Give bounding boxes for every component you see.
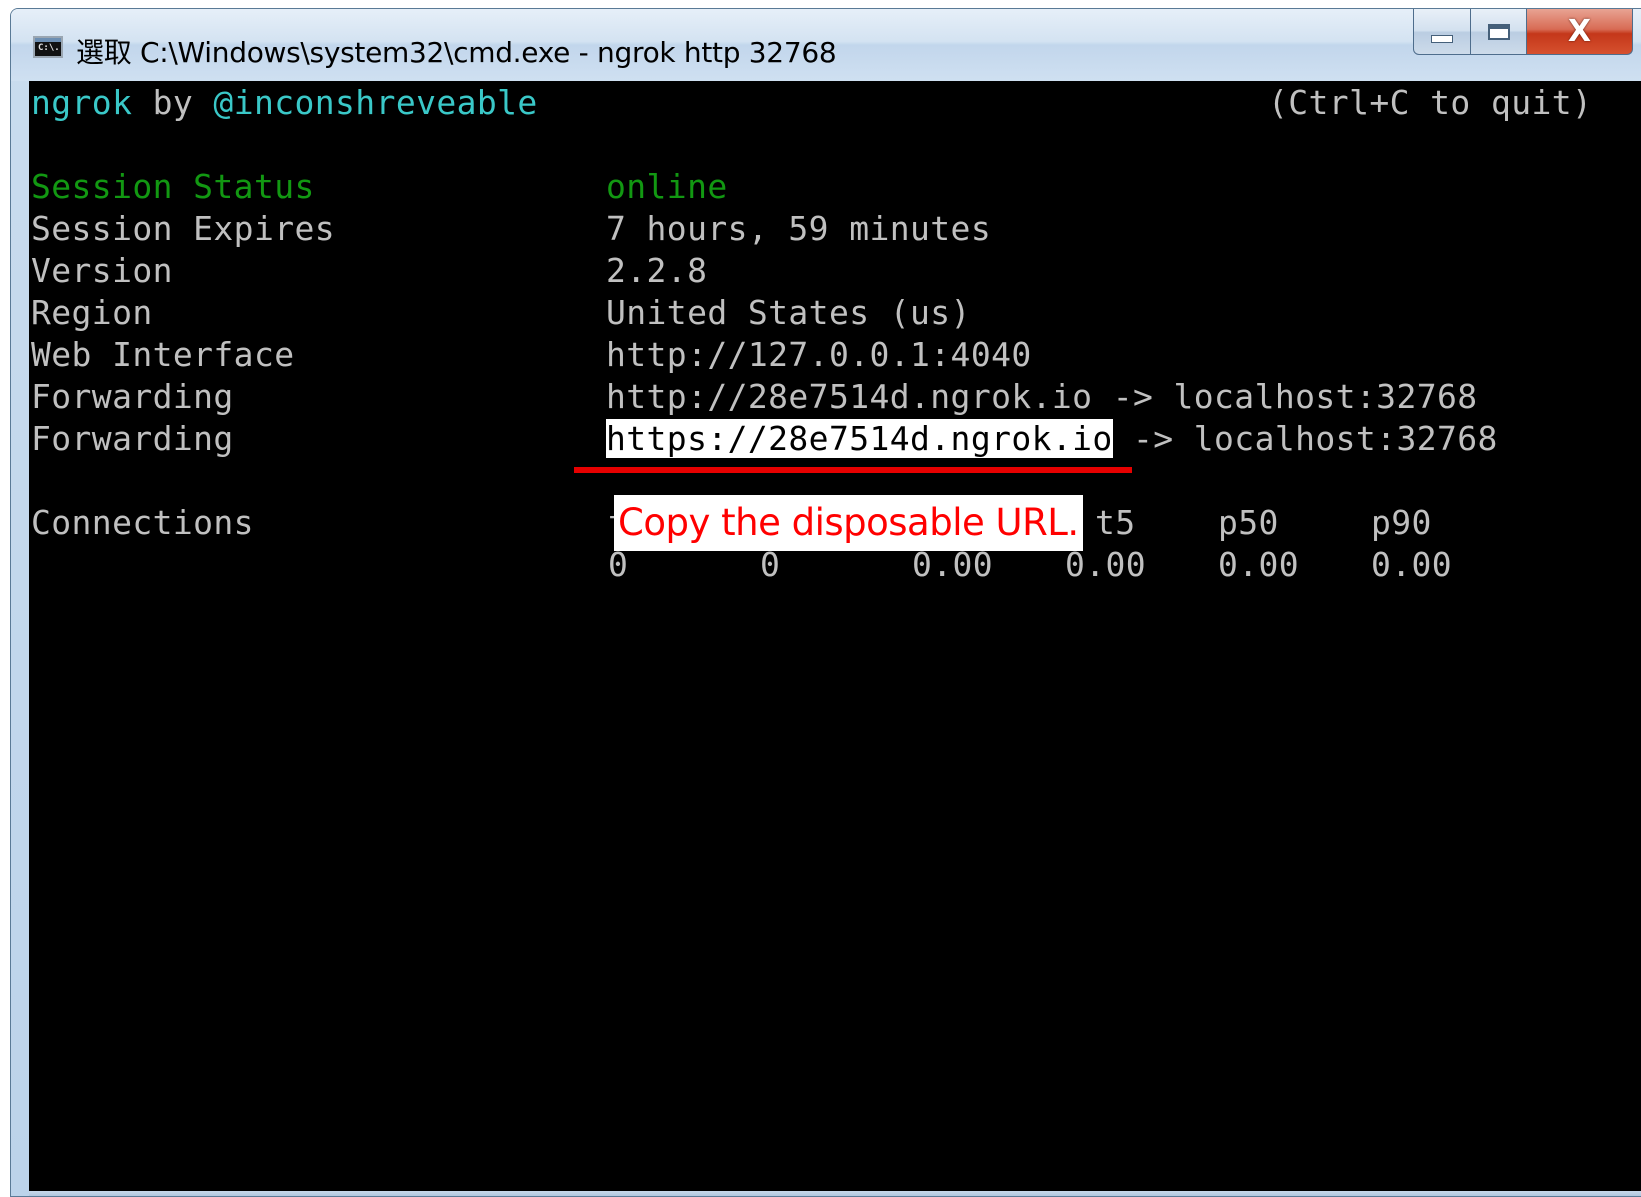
maximize-icon bbox=[1487, 23, 1510, 40]
web-interface-label: Web Interface bbox=[31, 335, 295, 374]
status-label: Session Status bbox=[31, 167, 315, 206]
web-interface-value[interactable]: http://127.0.0.1:4040 bbox=[606, 334, 1032, 376]
forwarding-https-label: Forwarding bbox=[31, 419, 234, 458]
forwarding-http-value[interactable]: http://28e7514d.ngrok.io -> localhost:32… bbox=[606, 376, 1478, 418]
minimize-icon bbox=[1431, 34, 1453, 43]
header-p90: p90 bbox=[1371, 503, 1432, 542]
status-value: online bbox=[606, 167, 728, 206]
window-title: 選取 C:\Windows\system32\cmd.exe - ngrok h… bbox=[76, 36, 837, 69]
author-handle: @inconshreveable bbox=[213, 83, 538, 122]
value-p50: 0.00 bbox=[1218, 545, 1300, 584]
maximize-button[interactable] bbox=[1471, 9, 1527, 55]
console-output[interactable]: ngrok by @inconshreveable (Ctrl+C to qui… bbox=[29, 81, 1641, 1191]
region-label: Region bbox=[31, 293, 153, 332]
ngrok-header: ngrok by @inconshreveable bbox=[31, 82, 538, 124]
close-icon: X bbox=[1567, 13, 1592, 49]
console-icon-glyph: C:\. bbox=[38, 43, 60, 53]
forwarding-http-label: Forwarding bbox=[31, 377, 234, 416]
header-p50: p50 bbox=[1218, 503, 1279, 542]
connections-label: Connections bbox=[31, 503, 254, 542]
region-value: United States (us) bbox=[606, 293, 971, 332]
minimize-button[interactable] bbox=[1413, 9, 1471, 55]
expires-label: Session Expires bbox=[31, 209, 336, 248]
header-rt5-partial: t5 bbox=[1095, 503, 1136, 542]
forwarding-https-value[interactable]: https://28e7514d.ngrok.io -> localhost:3… bbox=[606, 418, 1498, 460]
console-icon[interactable]: C:\. bbox=[33, 36, 63, 58]
quit-hint: (Ctrl+C to quit) bbox=[1268, 83, 1593, 122]
selected-url[interactable]: https://28e7514d.ngrok.io bbox=[606, 419, 1113, 458]
close-button[interactable]: X bbox=[1527, 9, 1633, 55]
forwarding-target: -> localhost:32768 bbox=[1112, 419, 1498, 458]
title-bar[interactable]: C:\. 選取 C:\Windows\system32\cmd.exe - ng… bbox=[11, 9, 1641, 81]
version-value: 2.2.8 bbox=[606, 251, 708, 290]
cmd-window: C:\. 選取 C:\Windows\system32\cmd.exe - ng… bbox=[10, 8, 1641, 1197]
brand-name: ngrok bbox=[31, 83, 133, 122]
window-controls: X bbox=[1413, 9, 1633, 55]
highlight-underline bbox=[574, 467, 1132, 473]
by-text: by bbox=[132, 83, 214, 122]
annotation-callout: Copy the disposable URL. bbox=[614, 495, 1083, 551]
expires-value: 7 hours, 59 minutes bbox=[606, 209, 992, 248]
version-label: Version bbox=[31, 251, 173, 290]
window-bottom-frame bbox=[29, 1191, 1641, 1196]
value-p90: 0.00 bbox=[1371, 545, 1453, 584]
